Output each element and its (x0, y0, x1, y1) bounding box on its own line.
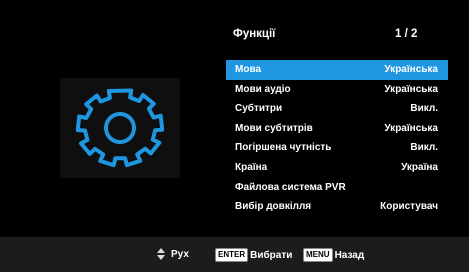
enter-key: ENTER (215, 248, 249, 262)
menu-item-value: Українська (384, 122, 438, 134)
menu-item-label: Мови аудіо (235, 83, 291, 95)
menu-item-value: Користувач (380, 201, 438, 213)
menu-item-value: Україна (401, 161, 438, 173)
menu-item-label: Мови субтитрів (235, 122, 313, 134)
menu-item-value: Викл. (410, 142, 438, 154)
back-label: Назад (334, 249, 365, 261)
menu-item-subtitle-languages[interactable]: Мови субтитрів Українська (226, 119, 448, 139)
tv-settings-screen: Функції 1 / 2 Мова Українська Мови аудіо… (0, 0, 469, 272)
menu-item-label: Файлова система PVR (235, 181, 346, 193)
menu-header: Функції 1 / 2 (233, 26, 443, 44)
menu-item-value: Українська (384, 64, 438, 75)
gear-icon (75, 88, 165, 168)
select-hint: ENTER Вибрати (215, 248, 292, 262)
menu-item-label: Погіршена чутність (235, 142, 332, 154)
menu-item-language[interactable]: Мова Українська (226, 60, 448, 80)
settings-menu-list: Мова Українська Мови аудіо Українська Су… (226, 60, 448, 217)
menu-item-hearing-impaired[interactable]: Погіршена чутність Викл. (226, 138, 448, 158)
menu-item-country[interactable]: Країна Україна (226, 158, 448, 178)
move-hint: Рух (157, 248, 189, 260)
menu-item-label: Мова (235, 64, 262, 75)
menu-item-audio-languages[interactable]: Мови аудіо Українська (226, 80, 448, 100)
menu-item-environment[interactable]: Вибір довкілля Користувач (226, 197, 448, 217)
menu-key: MENU (303, 248, 333, 262)
menu-item-value: Викл. (410, 103, 438, 115)
menu-item-value: Українська (384, 83, 438, 95)
menu-item-label: Країна (235, 161, 268, 173)
page-indicator: 1 / 2 (395, 28, 418, 40)
menu-item-label: Субтитри (235, 103, 283, 115)
menu-item-subtitles[interactable]: Субтитри Викл. (226, 99, 448, 119)
menu-title: Функції (233, 28, 276, 40)
menu-item-label: Вибір довкілля (235, 201, 312, 213)
move-label: Рух (171, 248, 189, 260)
menu-item-pvr-file-system[interactable]: Файлова система PVR (226, 178, 448, 198)
key-hint-bar: Рух ENTER Вибрати MENU Назад (0, 237, 469, 272)
select-label: Вибрати (250, 249, 293, 261)
up-down-arrows-icon (157, 248, 166, 260)
back-hint: MENU Назад (303, 248, 364, 262)
